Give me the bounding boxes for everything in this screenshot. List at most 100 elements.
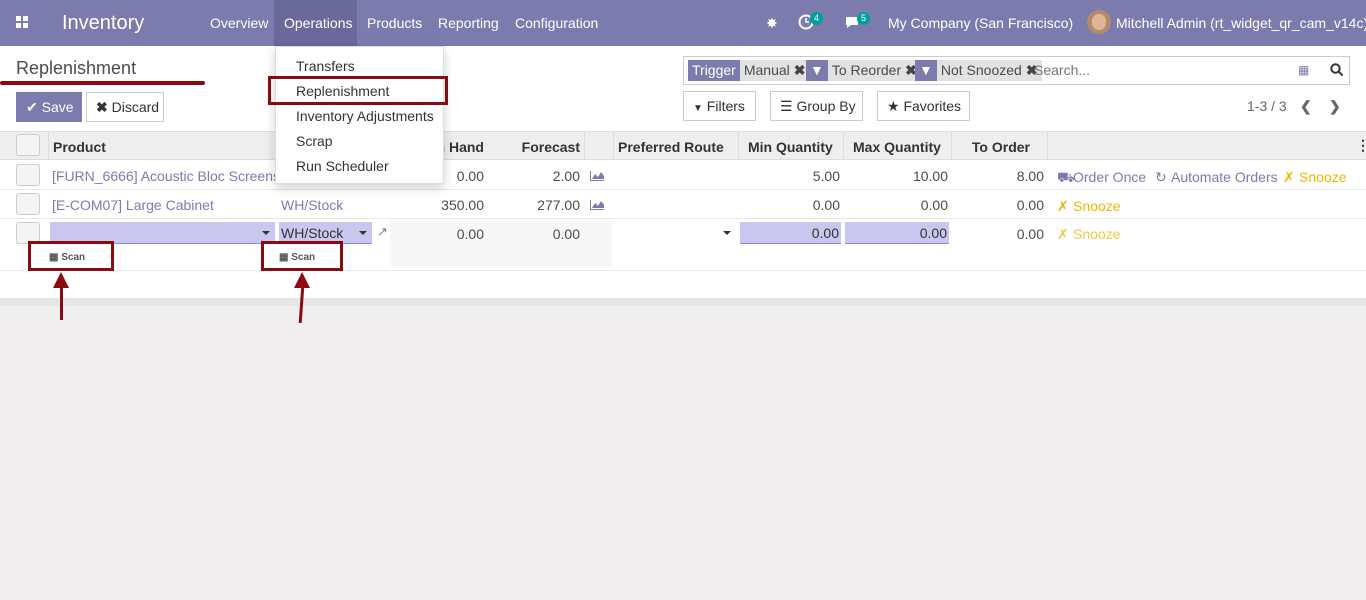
user-avatar[interactable]	[1087, 10, 1111, 34]
to-order-value: 8.00	[1016, 168, 1044, 184]
group-by-label: Group By	[796, 98, 856, 114]
menu-item-scrap[interactable]: Scrap	[296, 133, 333, 149]
menu-item-transfers[interactable]: Transfers	[296, 58, 355, 74]
save-button[interactable]: ✔ Save	[16, 92, 82, 122]
pager-previous-icon[interactable]: ❮	[1300, 98, 1312, 115]
filters-label: Filters	[706, 98, 745, 114]
list-bars-icon: ☰	[780, 98, 793, 114]
preferred-route-chevron-down-icon[interactable]	[723, 231, 731, 235]
pager-next-icon[interactable]: ❯	[1329, 98, 1341, 115]
facet-trigger[interactable]: Trigger Manual ✖	[688, 60, 810, 81]
to-order-value: 0.00	[1016, 226, 1044, 242]
chevron-down-icon[interactable]	[359, 231, 367, 235]
row-checkbox[interactable]	[16, 164, 40, 186]
on-hand-value: 350.00	[441, 197, 484, 213]
facet-to-reorder[interactable]: ▼ To Reorder ✖	[806, 60, 921, 81]
discard-button[interactable]: ✖ Discard	[86, 92, 164, 122]
max-quantity-value: 0.00	[920, 197, 948, 213]
optional-columns-kebab-icon[interactable]: ⋮	[1356, 137, 1366, 154]
column-min-quantity[interactable]: Min Quantity	[748, 139, 833, 155]
filter-funnel-icon: ▼	[806, 60, 828, 81]
min-quantity-value: 5.00	[812, 168, 840, 184]
list-footer	[0, 298, 1366, 306]
page-title: Replenishment	[16, 58, 137, 78]
facet-not-snoozed[interactable]: ▼ Not Snoozed ✖	[915, 60, 1042, 81]
pager-value[interactable]: 1-3 / 3	[1247, 98, 1287, 114]
forecast-graph-icon[interactable]	[590, 171, 604, 181]
column-to-order[interactable]: To Order	[960, 139, 1030, 155]
forecast-graph-icon[interactable]	[590, 200, 604, 210]
search-icon[interactable]	[1330, 63, 1344, 77]
select-all-checkbox[interactable]	[16, 134, 40, 156]
save-label: Save	[41, 99, 74, 115]
max-quantity-field[interactable]: 0.00	[845, 222, 949, 244]
forecast-value: 2.00	[552, 168, 580, 184]
menu-configuration[interactable]: Configuration	[505, 0, 608, 46]
menu-products[interactable]: Products	[357, 0, 432, 46]
menu-item-inventory-adjustments[interactable]: Inventory Adjustments	[296, 108, 434, 124]
search-input[interactable]	[1034, 62, 1284, 78]
on-hand-value: 0.00	[456, 226, 484, 242]
to-order-value: 0.00	[1016, 197, 1044, 213]
facet-value: Manual	[739, 60, 794, 81]
replenishment-list: Product On Hand Forecast Preferred Route…	[0, 132, 1366, 300]
refresh-icon: ↻	[1155, 169, 1167, 185]
snooze-button[interactable]: ✗ Snooze	[1283, 169, 1346, 186]
product-link[interactable]: [FURN_6666] Acoustic Bloc Screens	[52, 168, 280, 184]
annotation-box-scan-product	[28, 241, 114, 271]
favorites-button[interactable]: ★ Favorites	[877, 91, 970, 121]
bell-slash-icon: ✗	[1057, 198, 1069, 214]
menu-reporting[interactable]: Reporting	[428, 0, 509, 46]
activity-clock-icon[interactable]: 4	[798, 0, 828, 46]
min-quantity-value: 0.00	[812, 197, 840, 213]
control-panel: Replenishment ✔ Save ✖ Discard Trigger M…	[0, 46, 1366, 132]
messages-count-badge: 5	[857, 12, 871, 25]
table-header: Product On Hand Forecast Preferred Route…	[0, 132, 1366, 160]
min-quantity-field[interactable]: 0.00	[740, 222, 841, 244]
qr-scan-icon[interactable]: ▦	[1298, 63, 1309, 77]
bell-slash-icon: ✗	[1283, 169, 1295, 185]
column-max-quantity[interactable]: Max Quantity	[853, 139, 941, 155]
menu-overview[interactable]: Overview	[200, 0, 278, 46]
truck-icon: ⛟	[1057, 169, 1075, 185]
user-menu[interactable]: Mitchell Admin (rt_widget_qr_cam_v14c)	[1116, 0, 1366, 46]
favorites-label: Favorites	[903, 98, 962, 114]
menu-operations[interactable]: Operations	[274, 0, 357, 46]
forecast-value: 0.00	[552, 226, 580, 242]
apps-menu-icon[interactable]	[16, 0, 30, 46]
group-by-button[interactable]: ☰ Group By	[770, 91, 863, 121]
annotation-arrow-shaft	[60, 286, 63, 320]
table-row-editing[interactable]: WH/Stock ↗ 0.00 0.00 0.00 0.00 0.00 ✗ Sno…	[0, 220, 1366, 271]
activity-count-badge: 4	[810, 12, 824, 25]
company-switcher[interactable]: My Company (San Francisco)	[888, 0, 1073, 46]
location-link[interactable]: WH/Stock	[281, 197, 343, 213]
chevron-down-icon[interactable]	[262, 231, 270, 235]
filters-button[interactable]: ▼ Filters	[683, 91, 756, 121]
row-checkbox[interactable]	[16, 193, 40, 215]
filter-funnel-icon: ▼	[915, 60, 937, 81]
order-once-button[interactable]: ⛟Order Once	[1057, 169, 1146, 188]
close-icon: ✖	[96, 99, 108, 115]
column-product[interactable]: Product	[53, 139, 106, 155]
column-forecast[interactable]: Forecast	[500, 139, 580, 155]
table-row[interactable]: [FURN_6666] Acoustic Bloc Screens 0.00 2…	[0, 162, 1366, 190]
debug-bug-icon[interactable]: ✸	[766, 0, 778, 46]
snooze-button[interactable]: ✗ Snooze	[1057, 226, 1120, 243]
filter-funnel-icon: ▼	[693, 103, 703, 114]
menu-item-run-scheduler[interactable]: Run Scheduler	[296, 158, 389, 174]
snooze-button[interactable]: ✗ Snooze	[1057, 198, 1120, 215]
annotation-underline	[0, 81, 205, 85]
search-bar[interactable]: Trigger Manual ✖ ▼ To Reorder ✖ ▼ Not Sn…	[683, 56, 1350, 85]
operations-dropdown: Transfers Replenishment Inventory Adjust…	[275, 46, 444, 184]
facet-key: Trigger	[688, 60, 740, 81]
table-row[interactable]: [E-COM07] Large Cabinet WH/Stock 350.00 …	[0, 191, 1366, 219]
product-link[interactable]: [E-COM07] Large Cabinet	[52, 197, 214, 213]
messages-chat-icon[interactable]: 5	[844, 0, 874, 46]
automate-orders-button[interactable]: ↻ Automate Orders	[1155, 169, 1278, 186]
star-icon: ★	[887, 98, 900, 114]
external-link-icon[interactable]: ↗	[377, 224, 388, 240]
column-preferred-route[interactable]: Preferred Route	[618, 139, 724, 155]
facet-value: Not Snoozed	[936, 60, 1026, 81]
app-name[interactable]: Inventory	[62, 0, 144, 46]
bell-slash-icon: ✗	[1057, 226, 1069, 242]
